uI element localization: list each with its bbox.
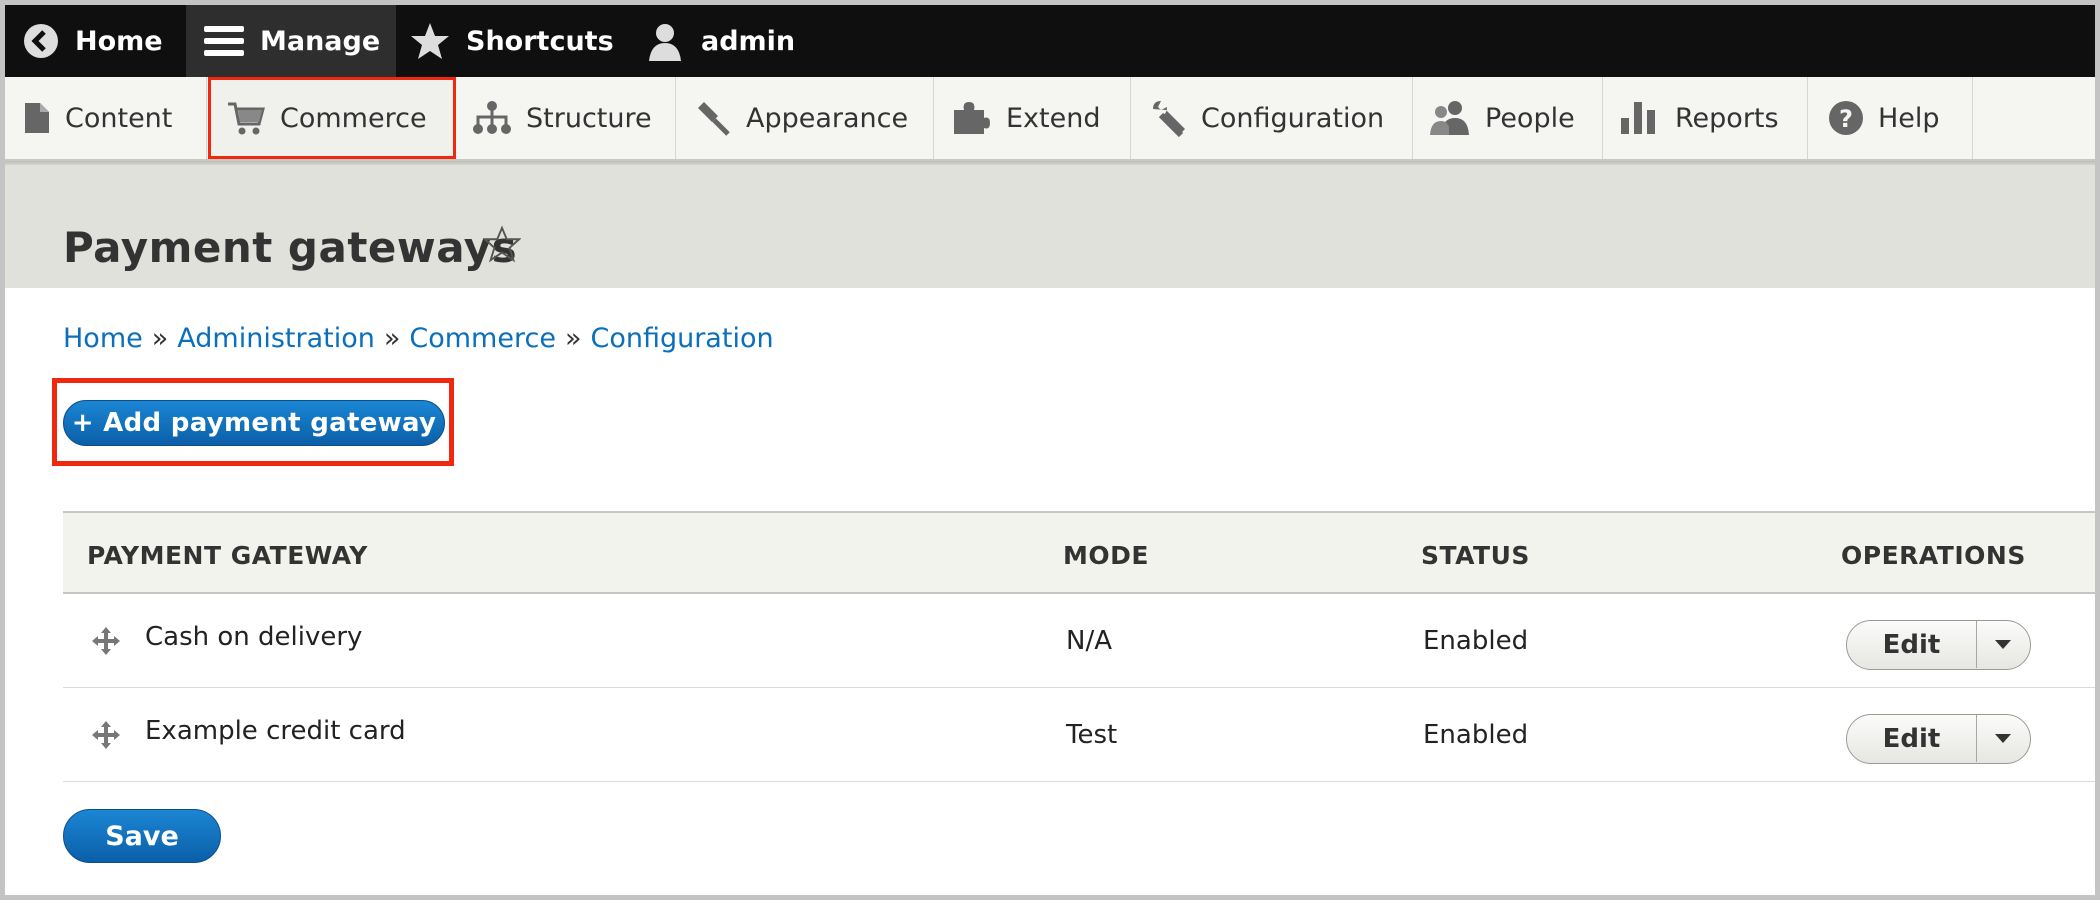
gateway-status: Enabled: [1423, 720, 1529, 750]
breadcrumb-administration[interactable]: Administration: [177, 323, 375, 354]
drag-handle-icon[interactable]: [91, 720, 121, 750]
menu-item-content[interactable]: Content: [5, 77, 207, 159]
menu-item-label: Appearance: [746, 102, 909, 134]
column-header-status: STATUS: [1421, 541, 1530, 570]
browser-frame: Home Manage Shortcuts admin Content Comm…: [0, 0, 2100, 900]
caret-down-icon: [1995, 733, 2011, 743]
shortcut-star-icon[interactable]: [483, 225, 521, 263]
gateway-name: Cash on delivery: [145, 622, 363, 652]
people-icon: [1430, 101, 1469, 135]
back-circle-icon: [24, 24, 58, 58]
menu-item-help[interactable]: ? Help: [1808, 77, 1973, 159]
add-payment-gateway-button[interactable]: + Add payment gateway: [63, 400, 445, 446]
menu-item-reports[interactable]: Reports: [1603, 77, 1808, 159]
content-icon: [25, 103, 49, 133]
toolbar-shortcuts[interactable]: Shortcuts: [410, 5, 614, 77]
gateway-name: Example credit card: [145, 716, 406, 746]
admin-toolbar: Home Manage Shortcuts admin: [5, 5, 2095, 77]
toolbar-manage-label: Manage: [260, 25, 381, 57]
reports-icon: [1621, 102, 1655, 134]
operations-dropbutton: Edit: [1846, 620, 2031, 670]
page-title: Payment gateways: [63, 223, 518, 272]
puzzle-icon: [954, 102, 990, 134]
table-row: Example credit card Test Enabled Edit: [63, 688, 2095, 782]
column-header-payment-gateway: PAYMENT GATEWAY: [87, 541, 368, 570]
help-icon: ?: [1829, 101, 1863, 135]
menu-icon: [204, 26, 244, 56]
breadcrumb-separator: »: [564, 323, 582, 354]
operations-dropbutton: Edit: [1846, 714, 2031, 764]
gateway-status: Enabled: [1423, 626, 1529, 656]
breadcrumb: Home » Administration » Commerce » Configurati…: [63, 323, 774, 354]
caret-down-icon: [1995, 639, 2011, 649]
user-icon: [649, 24, 681, 61]
wrench-icon: [1153, 101, 1185, 137]
drag-handle-icon[interactable]: [91, 626, 121, 656]
star-icon: [411, 23, 449, 59]
edit-button[interactable]: Edit: [1847, 715, 1977, 762]
menu-item-label: Commerce: [280, 102, 427, 134]
menu-item-label: Structure: [526, 102, 652, 134]
gateway-mode: Test: [1066, 720, 1118, 750]
operations-toggle[interactable]: [1977, 715, 2029, 762]
column-header-mode: MODE: [1063, 541, 1149, 570]
page-header: Payment gateways: [5, 165, 2095, 288]
menu-item-configuration[interactable]: Configuration: [1131, 77, 1413, 159]
breadcrumb-commerce[interactable]: Commerce: [409, 323, 556, 354]
table-row: Cash on delivery N/A Enabled Edit: [63, 594, 2095, 688]
toolbar-home-label: Home: [75, 25, 163, 57]
menu-item-label: Reports: [1675, 102, 1779, 134]
table-header: PAYMENT GATEWAY MODE STATUS OPERATIONS: [63, 511, 2095, 594]
menu-item-label: People: [1485, 102, 1575, 134]
structure-icon: [473, 101, 511, 134]
gateway-mode: N/A: [1066, 626, 1112, 656]
save-button[interactable]: Save: [63, 809, 221, 863]
breadcrumb-home[interactable]: Home: [63, 323, 143, 354]
edit-button[interactable]: Edit: [1847, 621, 1977, 668]
admin-menu: Content Commerce Structure Appearance Ex…: [5, 77, 2095, 161]
cart-icon: [228, 102, 265, 135]
operations-toggle[interactable]: [1977, 621, 2029, 668]
toolbar-shortcuts-label: Shortcuts: [466, 25, 614, 57]
menu-item-label: Content: [65, 102, 173, 134]
menu-item-people[interactable]: People: [1413, 77, 1603, 159]
breadcrumb-configuration[interactable]: Configuration: [590, 323, 773, 354]
breadcrumb-separator: »: [151, 323, 169, 354]
menu-item-label: Configuration: [1201, 102, 1385, 134]
toolbar-manage[interactable]: Manage: [186, 5, 396, 77]
menu-item-label: Help: [1878, 102, 1940, 134]
column-header-operations: OPERATIONS: [1841, 541, 2026, 570]
toolbar-home[interactable]: Home: [15, 5, 193, 77]
breadcrumb-separator: »: [383, 323, 401, 354]
menu-item-label: Extend: [1006, 102, 1101, 134]
appearance-icon: [698, 102, 730, 136]
toolbar-user-label: admin: [701, 25, 796, 57]
svg-text:?: ?: [1839, 105, 1853, 133]
menu-item-structure[interactable]: Structure: [456, 77, 676, 159]
menu-item-extend[interactable]: Extend: [934, 77, 1131, 159]
toolbar-user[interactable]: admin: [645, 5, 795, 77]
menu-item-commerce[interactable]: Commerce: [208, 77, 456, 159]
menu-item-appearance[interactable]: Appearance: [676, 77, 934, 159]
